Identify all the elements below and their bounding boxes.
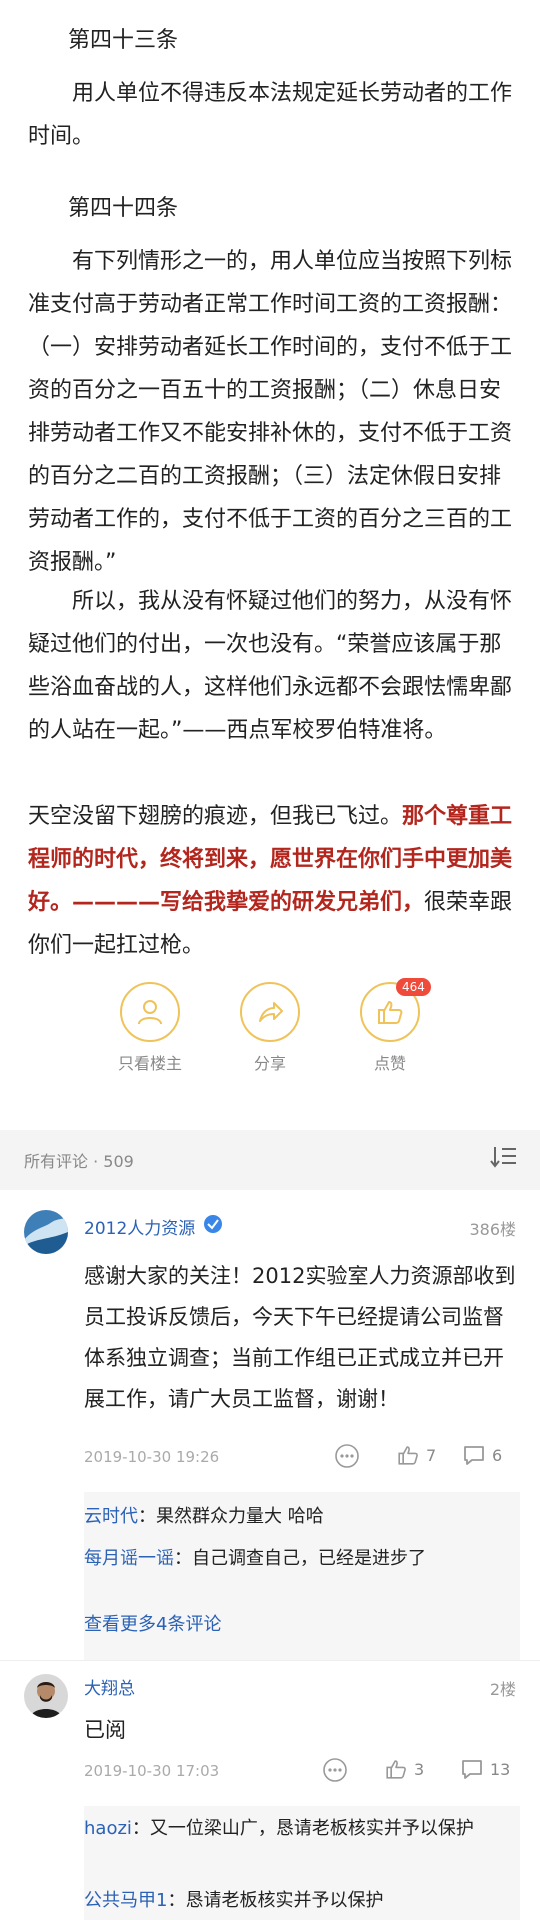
comment-text: 感谢大家的关注！2012实验室人力资源部收到员工投诉反馈后，今天下午已经提请公司… [84,1264,516,1411]
only-author-label: 只看楼主 [117,1054,182,1073]
reply-item[interactable]: haozi：又一位梁山广，恳请老板核实并予以保护 [84,1814,520,1844]
verified-icon [204,1215,222,1233]
comment-like-count: 7 [426,1445,437,1465]
share-label: 分享 [253,1054,286,1073]
thumbs-up-icon [386,1760,406,1779]
share-icon [259,1002,283,1022]
like-button[interactable]: 464 点赞 [330,978,450,1074]
comment-floor: 2楼 [489,1680,516,1699]
reply-item[interactable]: 云时代：果然群众力量大 哈哈 [84,1502,520,1532]
comments-count: 所有评论 · 509 [24,1152,134,1171]
reply-text: ：果然群众力量大 哈哈 [138,1506,324,1527]
more-icon [335,1444,359,1468]
reply-text: ：恳请老板核实并予以保护 [167,1890,384,1911]
only-author-button[interactable]: 只看楼主 [90,982,210,1074]
like-count-badge: 464 [396,978,431,996]
avatar-wave-image [24,1210,68,1254]
like-ring: 464 [360,978,431,1042]
article-paragraph-44: 有下列情形之一的，用人单位应当按照下列标准支付高于劳动者正常工作时间工资的工资报… [28,249,513,575]
comment-time: 2019-10-30 17:03 [84,1762,220,1780]
share-button[interactable]: 分享 [210,982,330,1074]
reply-box: haozi：又一位梁山广，恳请老板核实并予以保护 公共马甲1：恳请老板核实并予以… [84,1806,520,1920]
comment-text: 已阅 [84,1718,126,1742]
only-author-ring [120,982,180,1042]
article-actions: 只看楼主 分享 464 点赞 [0,978,540,1074]
reply-text: ：自己调查自己，已经是进步了 [174,1548,426,1569]
view-more-replies-link[interactable]: 查看更多4条评论 [84,1610,221,1636]
comment-divider [0,1660,540,1661]
thumbs-up-icon [398,1446,418,1465]
comment-like-count: 3 [414,1759,425,1779]
more-button[interactable] [322,1757,348,1783]
sky-text-a: 天空没留下翅膀的痕迹，但我已飞过。 [28,804,403,829]
comment-time: 2019-10-30 19:26 [84,1448,220,1466]
reply-author[interactable]: 云时代 [84,1506,138,1527]
comment-icon [464,1446,484,1465]
comment-reply-button[interactable]: 6 [462,1443,502,1467]
article-paragraph-43: 用人单位不得违反本法规定延长劳动者的工作时间。 [28,81,513,149]
comment-username[interactable]: 2012人力资源 [84,1214,195,1239]
sort-icon[interactable] [490,1144,518,1170]
comment-reply-count: 13 [490,1759,511,1779]
share-ring [240,982,300,1042]
reply-text: ：又一位梁山广，恳请老板核实并予以保护 [131,1818,474,1839]
reply-item[interactable]: 公共马甲1：恳请老板核实并予以保护 [84,1886,520,1916]
comment-reply-count: 6 [492,1445,503,1465]
avatar-portrait-image [24,1674,68,1718]
article-paragraph-so: 所以，我从没有怀疑过他们的努力，从没有怀疑过他们的付出，一次也没有。“荣誉应该属… [28,589,513,743]
reply-author[interactable]: 每月谣一谣 [84,1548,174,1569]
reply-author[interactable]: 公共马甲1 [84,1890,167,1911]
comment-like-button[interactable]: 7 [396,1443,436,1467]
comment-icon [462,1760,482,1779]
comment-like-button[interactable]: 3 [384,1757,424,1781]
article-paragraph-sky: 天空没留下翅膀的痕迹，但我已飞过。那个尊重工程师的时代，终将到来，愿世界在你们手… [28,795,516,967]
comment-username[interactable]: 大翔总 [84,1674,135,1699]
comment-reply-button[interactable]: 13 [460,1757,510,1781]
user-icon [138,1000,162,1025]
comment-floor: 386楼 [469,1220,516,1239]
avatar[interactable] [24,1210,68,1254]
thumbs-up-icon [378,1001,403,1024]
avatar[interactable] [24,1674,68,1718]
more-icon [323,1758,347,1782]
reply-author[interactable]: haozi [84,1818,132,1839]
article-heading-44: 第四十四条 [68,196,179,221]
like-label: 点赞 [373,1054,406,1073]
reply-item[interactable]: 每月谣一谣：自己调查自己，已经是进步了 [84,1544,520,1574]
article-heading-43: 第四十三条 [68,28,179,53]
more-button[interactable] [334,1443,360,1469]
